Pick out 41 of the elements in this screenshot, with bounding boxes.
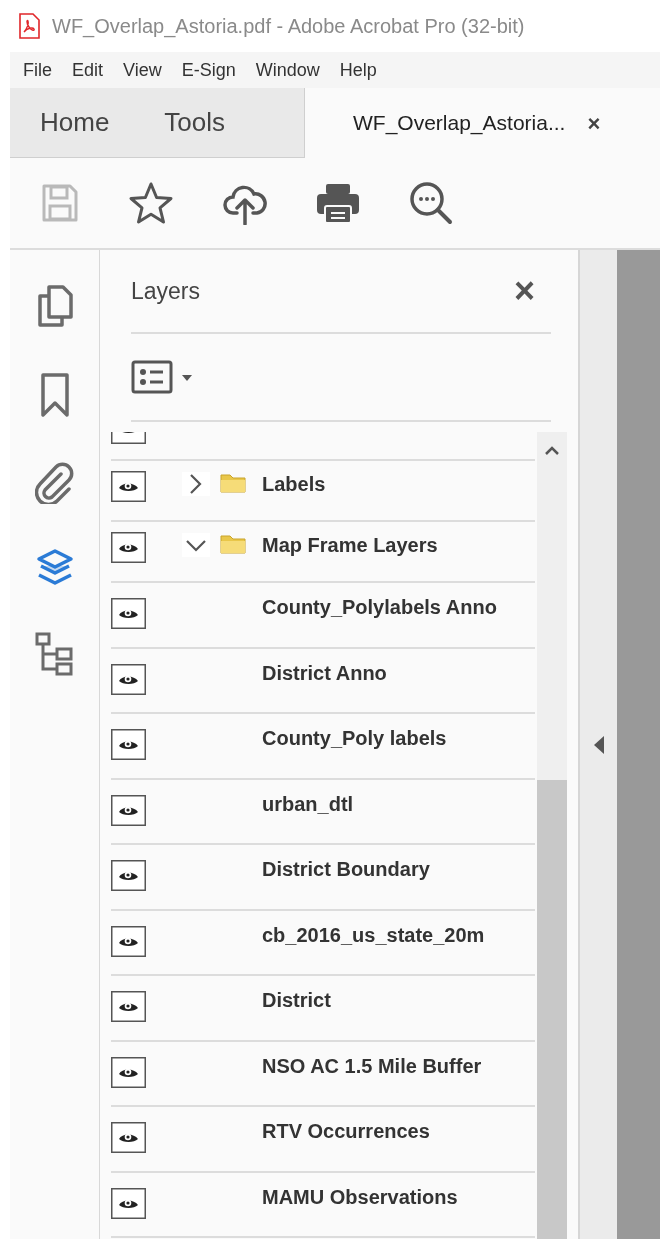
search-icon[interactable] <box>408 180 454 226</box>
nav-tab[interactable]: Tools <box>164 103 226 142</box>
pages-icon[interactable] <box>35 284 74 328</box>
layer-name[interactable]: urban_dtl <box>262 788 354 819</box>
collapse-arrow-icon[interactable] <box>592 734 605 755</box>
menu-item[interactable]: E-Sign <box>181 56 236 84</box>
menu-item[interactable]: File <box>23 56 52 84</box>
close-tab-button[interactable]: × <box>587 106 601 140</box>
layer-name[interactable]: County_Poly labels <box>262 723 447 753</box>
folder-name[interactable]: Map Frame Layers <box>262 530 438 560</box>
chevron-right-icon[interactable] <box>182 472 210 496</box>
nav-tab[interactable]: Home <box>40 103 110 142</box>
layer-name[interactable]: RTV Occurrences <box>262 1116 430 1146</box>
folder-icon <box>220 532 246 554</box>
bookmark-icon[interactable] <box>39 372 70 418</box>
panel-title: Layers <box>131 276 201 306</box>
layers-icon[interactable] <box>34 548 75 588</box>
menu-item[interactable]: Window <box>255 56 320 84</box>
menu-item[interactable]: View <box>123 56 162 84</box>
options-menu-icon[interactable] <box>131 359 193 395</box>
folder-icon <box>220 471 246 493</box>
star-icon[interactable] <box>128 181 174 225</box>
paperclip-icon[interactable] <box>34 462 75 504</box>
printer-icon[interactable] <box>316 182 360 224</box>
layer-name[interactable]: NSO AC 1.5 Mile Buffer <box>262 1050 482 1081</box>
layer-name[interactable]: MAMU Observations <box>262 1181 458 1212</box>
pdf-icon <box>18 13 40 39</box>
structure-icon[interactable] <box>34 632 75 676</box>
layer-name[interactable]: cb_2016_us_state_20m <box>262 919 485 950</box>
layer-name[interactable]: District Boundary <box>262 854 430 884</box>
layer-name[interactable]: District Anno <box>262 657 387 688</box>
scrollbar-thumb[interactable] <box>537 780 567 1239</box>
layer-name[interactable]: District <box>262 985 331 1015</box>
menu-item[interactable]: Help <box>339 56 377 84</box>
close-button[interactable]: × <box>513 273 551 309</box>
chevron-down-icon[interactable] <box>182 533 210 557</box>
tab-title: WF_Overlap_Astoria... <box>353 110 566 137</box>
folder-name[interactable]: Labels <box>262 469 326 499</box>
window-title: WF_Overlap_Astoria.pdf - Adobe Acrobat Pro (32-bit) <box>52 14 525 40</box>
menu-item[interactable]: Edit <box>72 56 104 84</box>
layer-name[interactable]: County_Polylabels Anno <box>262 592 497 622</box>
